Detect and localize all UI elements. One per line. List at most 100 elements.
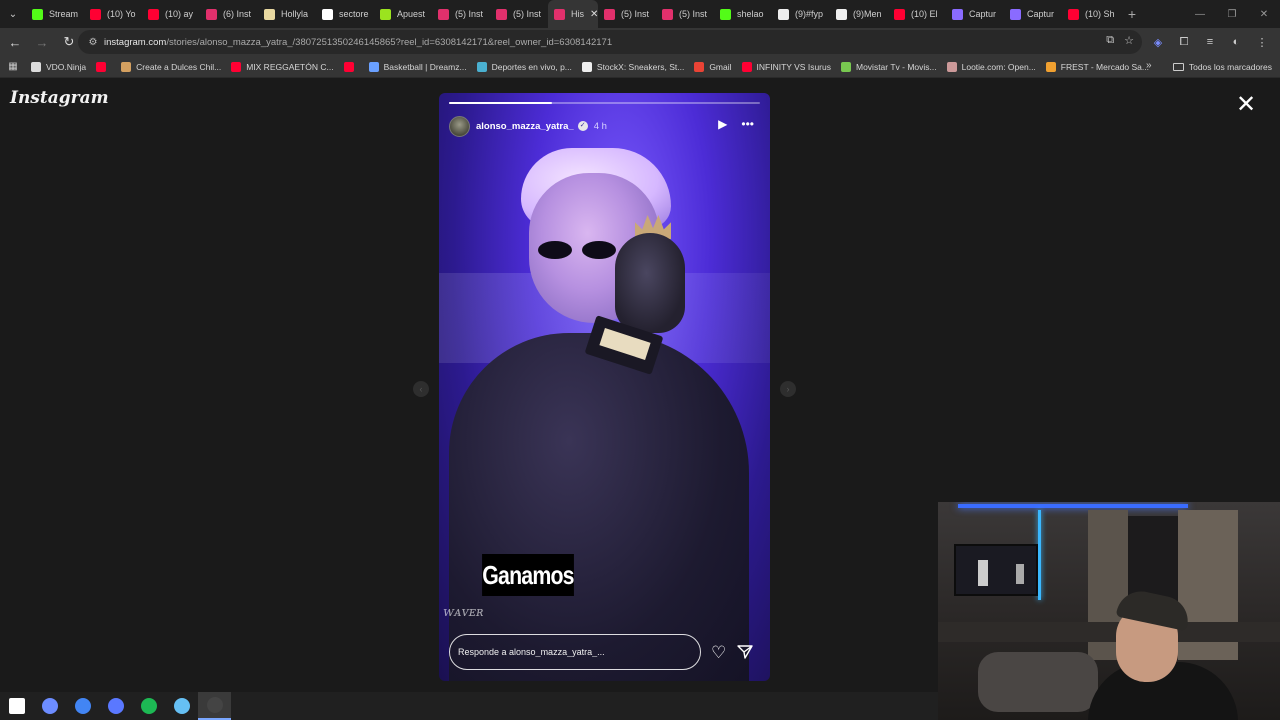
cam-led-strip bbox=[958, 504, 1188, 508]
story-username[interactable]: alonso_mazza_yatra_ bbox=[476, 121, 574, 132]
bookmark-item[interactable]: INFINITY VS Isurus bbox=[737, 61, 836, 72]
steam-icon[interactable] bbox=[165, 692, 198, 720]
google-icon bbox=[322, 8, 333, 20]
bookmark-favicon-icon bbox=[841, 61, 851, 72]
browser-tab[interactable]: (5) Inst bbox=[490, 0, 548, 28]
browser-tab[interactable]: (10) Sh bbox=[1062, 0, 1120, 28]
instagram-logo[interactable]: Instagram bbox=[10, 88, 109, 108]
tab-close-icon[interactable]: ✕ bbox=[590, 9, 598, 20]
browser-tab[interactable]: (9)#fyp bbox=[772, 0, 830, 28]
new-tab-button[interactable]: + bbox=[1120, 6, 1144, 22]
browser-tab[interactable]: (10) El bbox=[888, 0, 946, 28]
obs-icon[interactable] bbox=[198, 692, 231, 720]
apps-grid-icon[interactable]: ▦ bbox=[0, 61, 26, 72]
extensions-puzzle-icon[interactable]: ⧠ bbox=[1172, 30, 1196, 54]
webcam-overlay bbox=[938, 502, 1280, 720]
more-menu-icon[interactable]: ⋮ bbox=[1250, 30, 1274, 54]
tab-label: (5) Inst bbox=[455, 9, 484, 19]
browser-tab[interactable]: (10) ay bbox=[142, 0, 200, 28]
like-heart-icon[interactable]: ♡ bbox=[711, 643, 726, 663]
story-photo-jacket bbox=[449, 333, 749, 681]
bookmark-item[interactable] bbox=[91, 61, 116, 72]
bookmark-item[interactable]: FREST - Mercado Sa... bbox=[1041, 61, 1154, 72]
bookmarks-overflow-icon[interactable]: » bbox=[1146, 60, 1152, 71]
bookmark-item[interactable]: Movistar Tv - Movis... bbox=[836, 61, 942, 72]
window-close-icon[interactable]: ✕ bbox=[1248, 0, 1280, 28]
bookmark-item[interactable]: Lootie.com: Open... bbox=[942, 61, 1041, 72]
bookmark-item[interactable]: MIX REGGAETÓN C... bbox=[226, 61, 338, 72]
bookmark-favicon-icon bbox=[946, 61, 957, 72]
share-send-icon[interactable] bbox=[737, 644, 753, 660]
story-progress-fill bbox=[449, 102, 552, 104]
tab-label: (10) Sh bbox=[1085, 9, 1115, 19]
close-story-icon[interactable]: ✕ bbox=[1235, 93, 1257, 117]
bookmark-item[interactable]: Deportes en vivo, p... bbox=[472, 61, 577, 72]
browser-tab[interactable]: (10) Yo bbox=[84, 0, 142, 28]
previous-story-icon[interactable]: ‹ bbox=[413, 381, 429, 397]
tab-label: Apuest bbox=[397, 9, 426, 19]
reply-field[interactable] bbox=[449, 634, 701, 670]
instagram-icon bbox=[604, 8, 615, 20]
more-options-icon[interactable]: ••• bbox=[741, 117, 754, 131]
bookmark-item[interactable]: Basketball | Dreamz... bbox=[364, 61, 472, 72]
next-story-icon[interactable]: › bbox=[780, 381, 796, 397]
forward-icon[interactable]: → bbox=[30, 30, 54, 54]
play-icon[interactable]: ▶ bbox=[718, 117, 727, 131]
address-bar[interactable]: ⚙ instagram.com/stories/alonso_mazza_yat… bbox=[78, 30, 1142, 54]
browser-tab[interactable]: Captur bbox=[1004, 0, 1062, 28]
reply-input[interactable] bbox=[458, 647, 688, 657]
browser-tab[interactable]: Stream bbox=[26, 0, 84, 28]
browser-tab[interactable]: Hollyla bbox=[258, 0, 316, 28]
bookmark-item[interactable] bbox=[339, 61, 364, 72]
chrome-icon[interactable] bbox=[66, 692, 99, 720]
extension-shield-icon[interactable]: ◈ bbox=[1146, 30, 1170, 54]
spotify-icon[interactable] bbox=[132, 692, 165, 720]
story-photo-trophy-mask bbox=[615, 233, 685, 333]
browser-tab[interactable]: (5) Inst bbox=[598, 0, 656, 28]
browser-tab[interactable]: Apuest bbox=[374, 0, 432, 28]
user-avatar[interactable] bbox=[449, 115, 470, 137]
tab-search-chevron-icon[interactable]: ⌄ bbox=[0, 0, 26, 28]
profile-avatar-icon[interactable]: ◐ bbox=[1224, 30, 1248, 54]
install-app-icon[interactable]: ⧉ bbox=[1106, 34, 1114, 47]
tab-label: Stream bbox=[49, 9, 79, 19]
cam-couch bbox=[978, 652, 1098, 712]
chrome-profile-icon[interactable] bbox=[99, 692, 132, 720]
bookmark-star-icon[interactable]: ☆ bbox=[1124, 34, 1134, 47]
bookmark-item[interactable]: Create a Dulces Chil... bbox=[116, 61, 226, 72]
bookmark-item[interactable]: VDO.Ninja bbox=[26, 61, 91, 72]
minimize-icon[interactable]: — bbox=[1184, 0, 1216, 28]
browser-tab[interactable]: (6) Inst bbox=[200, 0, 258, 28]
url-domain: instagram.com bbox=[104, 36, 167, 48]
bookmark-item[interactable]: StockX: Sneakers, St... bbox=[577, 61, 689, 72]
bookmark-item[interactable]: Gmail bbox=[689, 61, 736, 72]
tab-label: (10) ay bbox=[165, 9, 194, 19]
restore-icon[interactable]: ❐ bbox=[1216, 0, 1248, 28]
url-path: /stories/alonso_mazza_yatra_/38072513502… bbox=[166, 36, 613, 48]
tab-label: Captur bbox=[1027, 9, 1055, 19]
tab-label: (10) Yo bbox=[107, 9, 136, 19]
bookmark-favicon-icon bbox=[96, 61, 107, 72]
browser-tab[interactable]: (5) Inst bbox=[432, 0, 490, 28]
story-viewer[interactable]: alonso_mazza_yatra_ ✓ 4 h ▶ ••• Ganamos … bbox=[439, 93, 770, 681]
all-bookmarks-folder[interactable]: Todos los marcadores bbox=[1172, 56, 1272, 78]
browser-tab[interactable]: Captur bbox=[946, 0, 1004, 28]
bookmark-favicon-icon bbox=[581, 61, 592, 72]
tab-label: (9)Men bbox=[853, 9, 882, 19]
copilot-icon[interactable] bbox=[33, 692, 66, 720]
back-icon[interactable]: ← bbox=[3, 30, 27, 54]
site-info-icon[interactable]: ⚙ bbox=[82, 37, 104, 48]
url-text[interactable]: instagram.com/stories/alonso_mazza_yatra… bbox=[104, 37, 612, 48]
story-header: alonso_mazza_yatra_ ✓ 4 h ▶ ••• bbox=[449, 115, 760, 137]
browser-tab[interactable]: His ✕ bbox=[548, 0, 598, 28]
bookmark-favicon-icon bbox=[476, 61, 487, 72]
browser-tab[interactable]: (9)Men bbox=[830, 0, 888, 28]
story-timestamp: 4 h bbox=[593, 120, 607, 132]
windows-start-icon[interactable] bbox=[0, 692, 33, 720]
browser-tab[interactable]: sectore bbox=[316, 0, 374, 28]
media-controls-icon[interactable]: ≡ bbox=[1198, 30, 1222, 54]
bookmark-label: Movistar Tv - Movis... bbox=[856, 61, 937, 72]
tab-label: His bbox=[571, 9, 584, 19]
browser-tab[interactable]: (5) Inst bbox=[656, 0, 714, 28]
browser-tab[interactable]: shelao bbox=[714, 0, 772, 28]
